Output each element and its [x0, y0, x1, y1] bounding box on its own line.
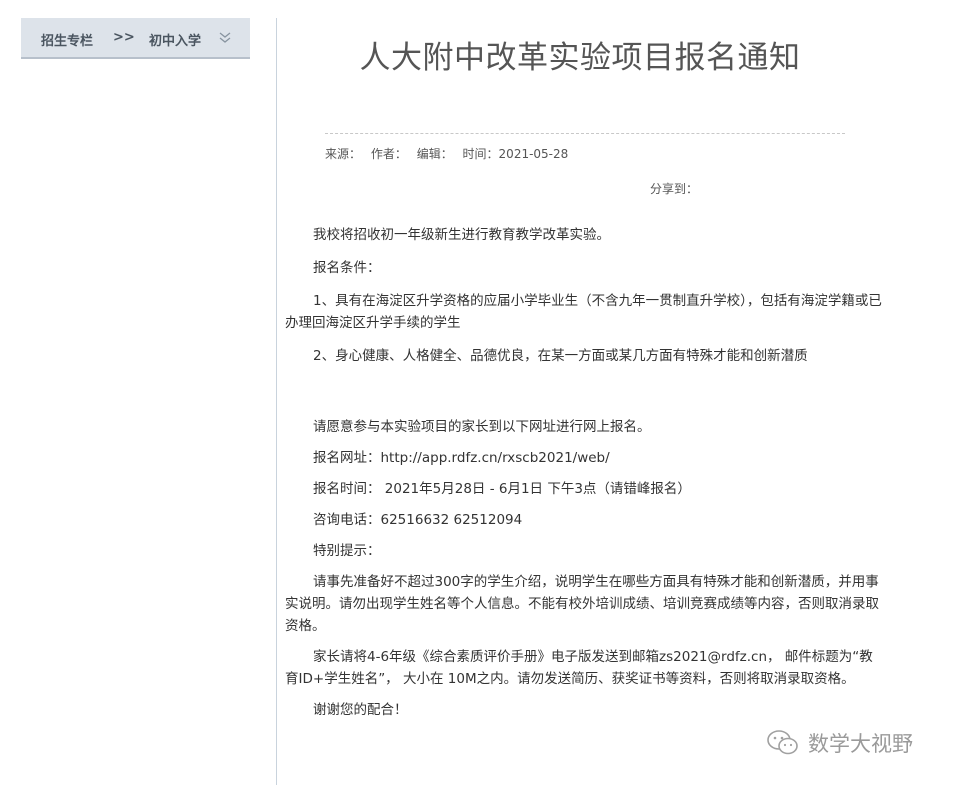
share-label: 分享到： [650, 182, 699, 196]
paragraph: 谢谢您的配合！ [313, 702, 408, 718]
article-body: 我校将招收初一年级新生进行教育教学改革实验。 报名条件： 1、具有在海淀区升学资… [285, 224, 885, 721]
chevron-down-icon[interactable] [219, 31, 231, 45]
watermark: 数学大视野 [766, 728, 913, 758]
title-divider [325, 133, 845, 134]
editor-label: 编辑： [416, 147, 453, 161]
registration-url: 报名网址：http://app.rdfz.cn/rxscb2021/web/ [313, 450, 610, 466]
time-label: 时间： [462, 147, 499, 161]
paragraph: 1、具有在海淀区升学资格的应届小学毕业生（不含九年一贯制直升学校），包括有海淀学… [285, 293, 882, 331]
divider [276, 18, 277, 785]
breadcrumb-item-admissions[interactable]: 招生专栏 [41, 30, 93, 49]
paragraph: 咨询电话：62516632 62512094 [313, 512, 523, 528]
paragraph: 请愿意参与本实验项目的家长到以下网址进行网上报名。 [313, 419, 651, 435]
paragraph: 家长请将4-6年级《综合素质评价手册》电子版发送到邮箱zs2021@rdfz.c… [285, 649, 873, 687]
page-title: 人大附中改革实验项目报名通知 [359, 40, 801, 76]
wechat-icon [767, 730, 798, 755]
paragraph: 报名条件： [313, 260, 381, 276]
paragraph: 2、身心健康、人格健全、品德优良，在某一方面或某几方面有特殊才能和创新潜质 [313, 348, 808, 364]
breadcrumb-separator: >> [113, 30, 135, 45]
watermark-text: 数学大视野 [808, 732, 913, 756]
article-meta: 来源： 作者： 编辑： 时间：2021-05-28 [325, 145, 574, 162]
paragraph: 报名时间： 2021年5月28日 - 6月1日 下午3点（请错峰报名） [313, 481, 691, 497]
paragraph: 特别提示： [313, 543, 381, 559]
paragraph: 请事先准备好不超过300字的学生介绍，说明学生在哪些方面具有特殊才能和创新潜质，… [285, 574, 879, 634]
time-value: 2021-05-28 [498, 147, 569, 161]
breadcrumb: 招生专栏 >> 初中入学 [21, 18, 250, 59]
author-label: 作者： [370, 147, 407, 161]
source-label: 来源： [325, 147, 362, 161]
breadcrumb-item-middle-school[interactable]: 初中入学 [149, 30, 201, 49]
paragraph: 我校将招收初一年级新生进行教育教学改革实验。 [313, 227, 610, 243]
